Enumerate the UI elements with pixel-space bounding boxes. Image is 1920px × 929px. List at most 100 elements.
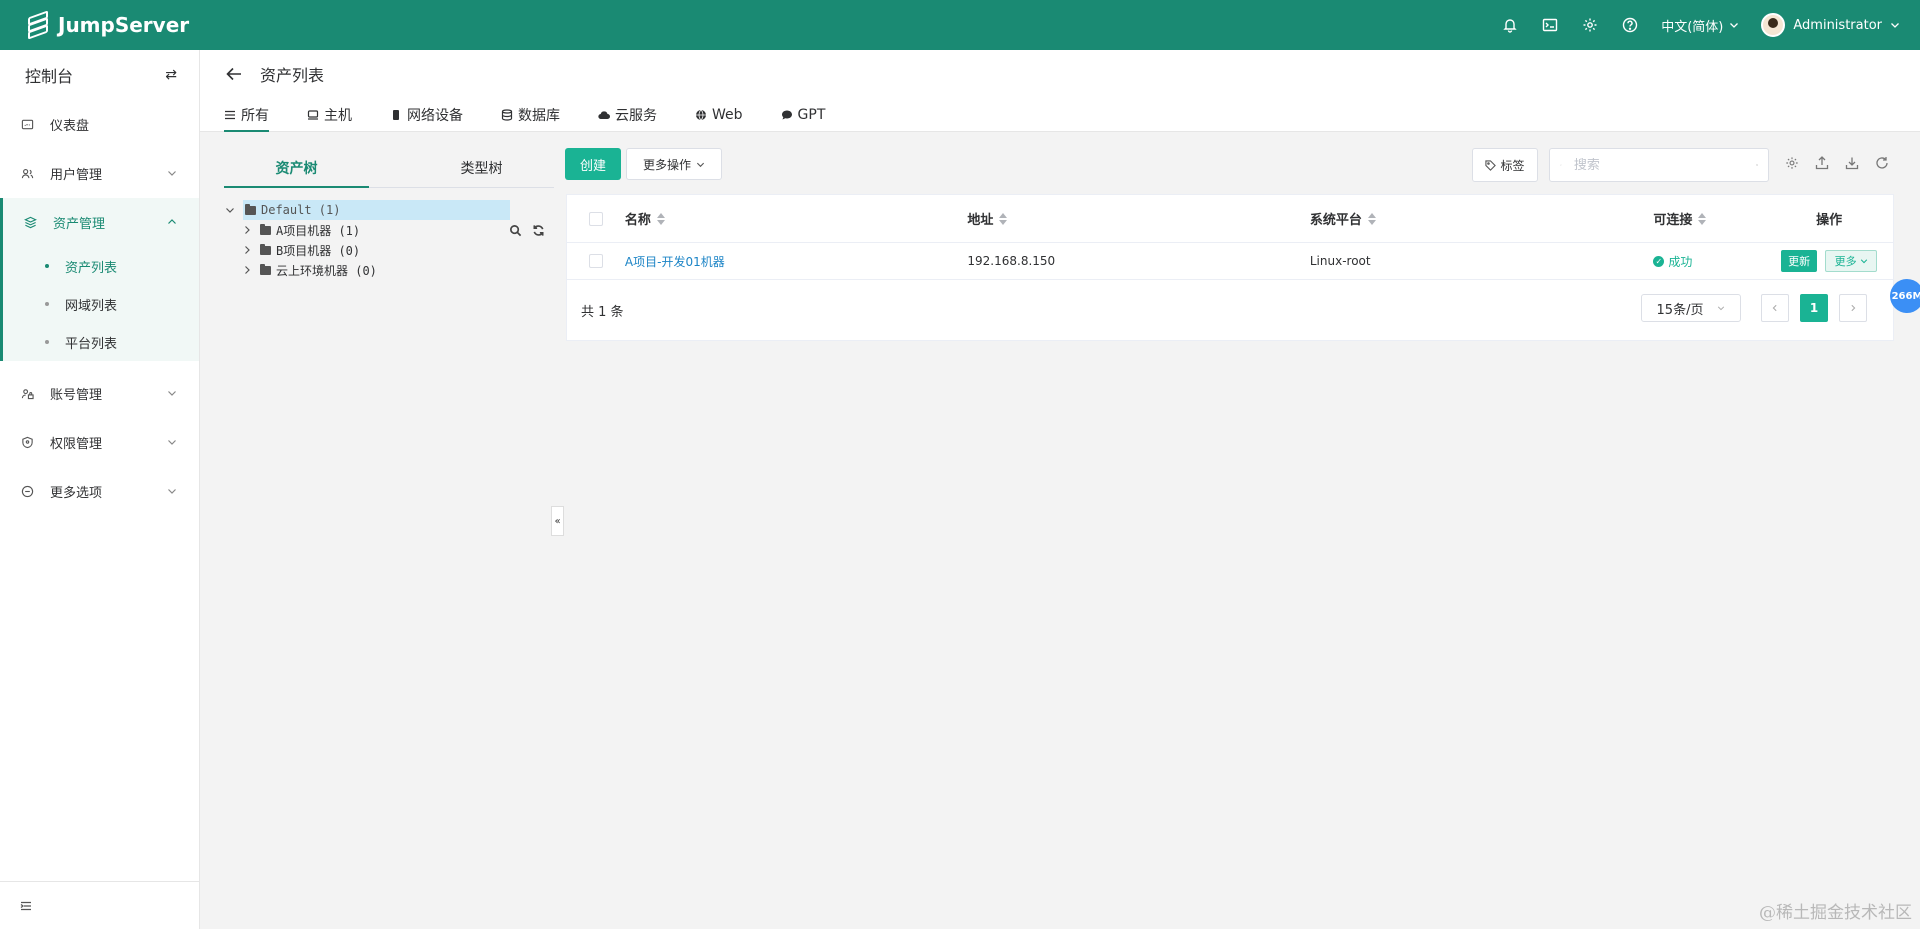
settings-icon[interactable]	[1785, 156, 1799, 170]
sort-icon[interactable]	[999, 212, 1008, 225]
tab-label: 所有	[241, 108, 269, 124]
column-label: 名称	[624, 213, 651, 228]
next-page-button[interactable]	[1839, 294, 1867, 322]
tree-node[interactable]: 云上环境机器 (0)	[224, 260, 554, 280]
chevron-right-icon[interactable]	[242, 225, 252, 235]
chevron-down-icon	[1730, 23, 1739, 28]
avatar	[1761, 13, 1786, 37]
tab-type-tree[interactable]: 类型树	[409, 148, 554, 187]
app-logo[interactable]: JumpServer	[26, 10, 189, 40]
tab-network-devices[interactable]: 网络设备	[390, 98, 463, 132]
asset-table: 名称 地址 系统平台 可连接 操作 A项目-开发01机器 192.168.8.1…	[566, 194, 1894, 341]
tab-hosts[interactable]: 主机	[307, 98, 352, 132]
column-name[interactable]: 名称	[625, 209, 967, 228]
sort-icon[interactable]	[1367, 212, 1376, 225]
sidebar-footer	[0, 881, 199, 929]
more-actions-button[interactable]: 更多操作	[626, 148, 722, 180]
tree-node-label: Default (1)	[261, 203, 341, 217]
user-menu[interactable]: Administrator	[1761, 13, 1900, 37]
chevron-down-icon[interactable]	[1560, 160, 1562, 170]
select-all-checkbox[interactable]	[588, 211, 603, 226]
chevron-down-icon[interactable]	[225, 205, 235, 215]
row-more-button[interactable]: 更多	[1825, 250, 1878, 272]
search-icon[interactable]	[509, 224, 522, 237]
switch-view-icon[interactable]: ⇄	[165, 67, 177, 83]
memory-badge[interactable]: 266M	[1890, 279, 1920, 313]
export-icon[interactable]	[1815, 156, 1829, 170]
terminal-icon[interactable]	[1541, 16, 1559, 34]
tag-filter-button[interactable]: 标签	[1472, 148, 1538, 182]
prev-page-button[interactable]	[1761, 294, 1789, 322]
table-header: 名称 地址 系统平台 可连接 操作	[567, 195, 1893, 243]
sidebar-subitem-asset-list[interactable]: 资产列表	[3, 247, 199, 285]
tag-label: 标签	[1500, 158, 1525, 173]
help-icon[interactable]	[1621, 16, 1639, 34]
sidebar-subitem-label: 资产列表	[65, 260, 118, 276]
sidebar-subitem-platform-list[interactable]: 平台列表	[3, 323, 199, 361]
tree-node-root[interactable]: Default (1)	[224, 200, 554, 220]
asset-platform: Linux-root	[1309, 254, 1371, 268]
asset-name-link[interactable]: A项目-开发01机器	[625, 253, 725, 270]
search-icon[interactable]	[1755, 159, 1758, 171]
tab-label: GPT	[797, 107, 826, 123]
sort-icon[interactable]	[656, 212, 665, 225]
column-address[interactable]: 地址	[967, 209, 1309, 228]
accounts-icon	[20, 387, 34, 401]
chevron-down-icon	[1891, 23, 1899, 28]
chevron-down-icon	[168, 171, 176, 176]
language-selector[interactable]: 中文(简体)	[1661, 16, 1739, 35]
tab-gpt[interactable]: GPT	[781, 98, 826, 132]
database-icon	[501, 109, 513, 121]
column-platform[interactable]: 系统平台	[1310, 209, 1653, 228]
more-icon	[20, 485, 34, 499]
tab-label: Web	[712, 107, 743, 123]
page-number-current[interactable]: 1	[1800, 294, 1828, 322]
connectivity-label: 成功	[1668, 254, 1693, 269]
tab-web[interactable]: Web	[695, 98, 743, 132]
import-icon[interactable]	[1845, 156, 1859, 170]
connectivity-status: ✓ 成功	[1653, 253, 1692, 270]
sort-icon[interactable]	[1698, 212, 1707, 225]
create-button[interactable]: 创建	[565, 148, 621, 180]
column-connectivity[interactable]: 可连接	[1653, 209, 1765, 228]
column-label: 可连接	[1653, 213, 1693, 228]
tag-icon	[1485, 159, 1497, 171]
row-checkbox[interactable]	[588, 254, 603, 268]
folder-icon	[260, 223, 271, 235]
tree-node[interactable]: A项目机器 (1)	[224, 220, 554, 240]
tab-all[interactable]: 所有	[224, 98, 269, 132]
page-size-select[interactable]: 15条/页	[1641, 294, 1741, 322]
search-input[interactable]	[1573, 157, 1744, 173]
collapse-menu-icon[interactable]	[20, 900, 32, 912]
chevron-right-icon[interactable]	[242, 265, 252, 275]
update-button[interactable]: 更新	[1781, 250, 1818, 272]
sidebar-subitem-domain-list[interactable]: 网域列表	[3, 285, 199, 323]
refresh-icon[interactable]	[532, 224, 545, 237]
tree-node[interactable]: B项目机器 (0)	[224, 240, 554, 260]
gear-icon[interactable]	[1581, 16, 1599, 34]
tab-cloud-services[interactable]: 云服务	[598, 98, 657, 132]
sidebar-title: 控制台	[25, 67, 74, 86]
sidebar-item-users[interactable]: 用户管理	[0, 149, 199, 198]
chevron-down-icon	[1718, 306, 1725, 311]
tab-asset-tree[interactable]: 资产树	[224, 148, 369, 188]
refresh-icon[interactable]	[1875, 156, 1889, 170]
globe-icon	[696, 109, 706, 121]
tree-node-label: A项目机器 (1)	[276, 223, 361, 238]
back-arrow-icon[interactable]	[226, 67, 242, 81]
row-more-label: 更多	[1834, 255, 1857, 268]
layers-icon	[23, 216, 37, 230]
page-title: 资产列表	[260, 66, 325, 85]
sidebar-item-more[interactable]: 更多选项	[0, 467, 199, 516]
sidebar-header: 控制台 ⇄	[0, 50, 199, 100]
sidebar-item-label: 资产管理	[53, 217, 106, 232]
sidebar-item-assets[interactable]: 资产管理	[3, 198, 199, 247]
sidebar-item-accounts[interactable]: 账号管理	[0, 369, 199, 418]
bell-icon[interactable]	[1501, 16, 1519, 34]
table-row: A项目-开发01机器 192.168.8.150 Linux-root ✓ 成功…	[567, 243, 1893, 280]
chevron-right-icon[interactable]	[242, 245, 252, 255]
sidebar-item-permissions[interactable]: 权限管理	[0, 418, 199, 467]
tab-databases[interactable]: 数据库	[501, 98, 560, 132]
sidebar-item-dashboard[interactable]: 仪表盘	[0, 100, 199, 149]
collapse-tree-button[interactable]: «	[551, 506, 564, 536]
